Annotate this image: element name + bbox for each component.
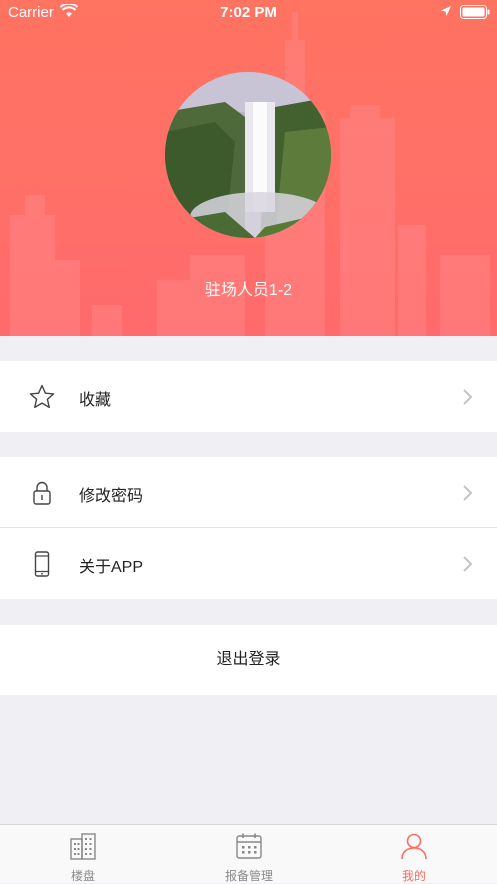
- tab-bar: 楼盘 报备管理 我的: [0, 824, 497, 883]
- menu-item-change-password[interactable]: 修改密码: [0, 457, 497, 528]
- tab-report-management[interactable]: 报备管理: [166, 825, 332, 884]
- battery-icon: [460, 5, 490, 19]
- calendar-icon: [236, 833, 262, 859]
- menu-item-label: 关于APP: [79, 559, 144, 576]
- settings-section: 修改密码 关于APP: [0, 457, 497, 599]
- tab-mine[interactable]: 我的: [331, 825, 497, 884]
- favorites-section: 收藏: [0, 361, 497, 432]
- phone-icon: [34, 551, 50, 577]
- menu-item-favorites[interactable]: 收藏: [0, 361, 497, 432]
- tab-label: 我的: [401, 869, 426, 883]
- location-arrow-icon: [441, 6, 451, 16]
- building-icon: [70, 833, 96, 860]
- star-icon: [29, 384, 55, 409]
- lock-icon: [33, 481, 51, 505]
- chevron-right-icon: [463, 485, 473, 501]
- chevron-right-icon: [463, 556, 473, 572]
- status-bar: Carrier 7:02 PM: [0, 0, 497, 26]
- logout-button[interactable]: 退出登录: [0, 625, 497, 695]
- status-time: 7:02 PM: [220, 4, 277, 21]
- person-icon: [401, 833, 427, 860]
- chevron-right-icon: [463, 389, 473, 405]
- tab-label: 报备管理: [224, 869, 273, 883]
- waterfall-avatar-image: [165, 72, 331, 238]
- tab-buildings[interactable]: 楼盘: [0, 825, 166, 884]
- user-name: 驻场人员1-2: [204, 282, 293, 299]
- profile-header: Carrier 7:02 PM 驻场人员1-2: [0, 0, 497, 336]
- menu-item-about-app[interactable]: 关于APP: [0, 528, 497, 599]
- menu-item-label: 修改密码: [79, 488, 144, 505]
- tab-label: 楼盘: [70, 869, 95, 883]
- menu-item-label: 收藏: [79, 392, 112, 409]
- avatar[interactable]: [165, 72, 331, 238]
